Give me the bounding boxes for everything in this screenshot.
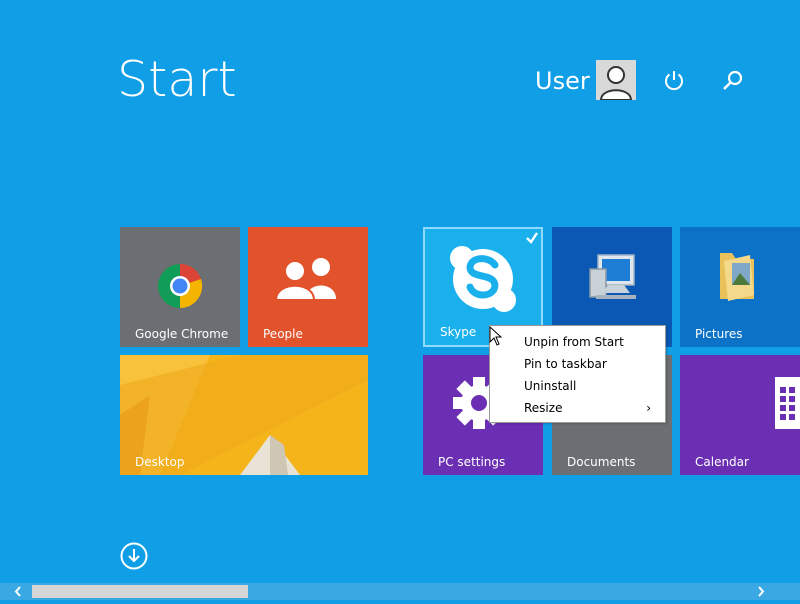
menu-item-resize[interactable]: Resize › (490, 397, 665, 419)
chevron-right-icon: › (646, 401, 651, 415)
scroll-thumb[interactable] (32, 585, 248, 598)
scroll-right-icon[interactable] (752, 583, 769, 600)
context-menu: Unpin from Start Pin to taskbar Uninstal… (489, 325, 666, 423)
menu-item-unpin-from-start[interactable]: Unpin from Start (490, 331, 665, 353)
power-icon[interactable] (662, 68, 686, 92)
menu-item-label: Resize (524, 401, 563, 415)
tile-google-chrome[interactable]: Google Chrome (120, 227, 240, 347)
menu-item-label: Uninstall (524, 379, 577, 393)
menu-item-label: Unpin from Start (524, 335, 624, 349)
start-title: Start (117, 51, 237, 108)
horizontal-scrollbar[interactable] (0, 583, 800, 600)
checkmark-icon (525, 230, 539, 249)
menu-item-label: Pin to taskbar (524, 357, 607, 371)
menu-item-pin-to-taskbar[interactable]: Pin to taskbar (490, 353, 665, 375)
down-arrow-circle-icon[interactable] (120, 542, 148, 570)
search-icon[interactable] (721, 68, 745, 92)
tile-pictures[interactable]: Pictures (680, 227, 800, 347)
tile-people[interactable]: People (248, 227, 368, 347)
tile-label: Google Chrome (135, 327, 229, 341)
tile-calendar[interactable]: Calendar (680, 355, 800, 475)
tile-label: Skype (440, 325, 477, 339)
user-name[interactable]: User (535, 66, 590, 96)
tile-label: Desktop (135, 455, 185, 469)
tile-label: Pictures (695, 327, 743, 341)
tile-label: People (263, 327, 303, 341)
tile-desktop[interactable]: Desktop (120, 355, 368, 475)
scroll-left-icon[interactable] (10, 583, 27, 600)
menu-item-uninstall[interactable]: Uninstall (490, 375, 665, 397)
avatar[interactable] (596, 60, 636, 100)
tile-label: PC settings (438, 455, 506, 469)
mouse-cursor-icon (489, 325, 503, 350)
tile-label: Calendar (695, 455, 749, 469)
tile-label: Documents (567, 455, 636, 469)
